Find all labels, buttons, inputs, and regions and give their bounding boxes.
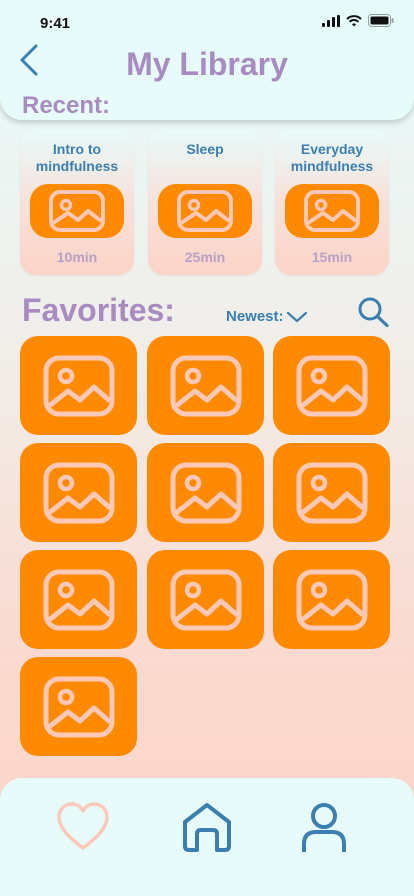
favorite-tile[interactable]: [273, 336, 390, 435]
image-placeholder-icon: [49, 190, 105, 232]
favorite-tile[interactable]: [147, 550, 264, 649]
recent-card-title: Intro to mindfulness: [35, 141, 119, 174]
favorite-tile[interactable]: [147, 336, 264, 435]
recent-card[interactable]: Sleep 25min: [148, 129, 262, 275]
battery-icon: [368, 14, 394, 27]
recent-card-thumbnail: [158, 184, 252, 238]
image-placeholder-icon: [170, 569, 241, 630]
favorite-tile[interactable]: [20, 336, 137, 435]
wifi-icon: [346, 14, 362, 26]
image-placeholder-icon: [170, 355, 241, 416]
favorite-tile[interactable]: [273, 443, 390, 542]
nav-favorites-button[interactable]: [55, 800, 111, 859]
signal-icon: [322, 14, 340, 27]
status-icons: [322, 14, 394, 27]
favorite-tile[interactable]: [20, 657, 137, 756]
image-placeholder-icon: [304, 190, 360, 232]
sort-dropdown-label: Newest:: [226, 308, 284, 325]
image-placeholder-icon: [177, 190, 233, 232]
recent-card-thumbnail: [285, 184, 379, 238]
image-placeholder-icon: [296, 355, 367, 416]
home-icon: [183, 803, 231, 852]
recent-card[interactable]: Everyday mindfulness 15min: [275, 129, 389, 275]
heart-icon: [57, 802, 109, 850]
favorite-tile[interactable]: [147, 443, 264, 542]
image-placeholder-icon: [43, 569, 114, 630]
sort-dropdown[interactable]: Newest:: [226, 308, 308, 325]
user-icon: [302, 803, 346, 852]
favorite-tile[interactable]: [20, 443, 137, 542]
recent-card[interactable]: Intro to mindfulness 10min: [20, 129, 134, 275]
nav-profile-button[interactable]: [296, 800, 352, 859]
nav-home-button[interactable]: [179, 800, 235, 859]
favorite-tile[interactable]: [273, 550, 390, 649]
image-placeholder-icon: [170, 462, 241, 523]
recent-card-thumbnail: [30, 184, 124, 238]
search-icon: [358, 297, 389, 328]
recent-card-duration: 25min: [184, 249, 226, 265]
recent-card-duration: 15min: [311, 249, 353, 265]
favorites-heading: Favorites:: [22, 292, 175, 328]
image-placeholder-icon: [296, 569, 367, 630]
status-time: 9:41: [40, 15, 71, 32]
page-title: My Library: [126, 46, 288, 82]
recent-card-title: Sleep: [186, 141, 224, 157]
favorite-tile[interactable]: [20, 550, 137, 649]
image-placeholder-icon: [43, 355, 114, 416]
image-placeholder-icon: [296, 462, 367, 523]
chevron-down-icon: [286, 311, 307, 322]
search-button[interactable]: [356, 296, 390, 328]
recent-card-duration: 10min: [56, 249, 98, 265]
image-placeholder-icon: [43, 462, 114, 523]
recent-heading: Recent:: [22, 92, 111, 119]
recent-card-title: Everyday mindfulness: [290, 141, 374, 174]
image-placeholder-icon: [43, 676, 114, 737]
